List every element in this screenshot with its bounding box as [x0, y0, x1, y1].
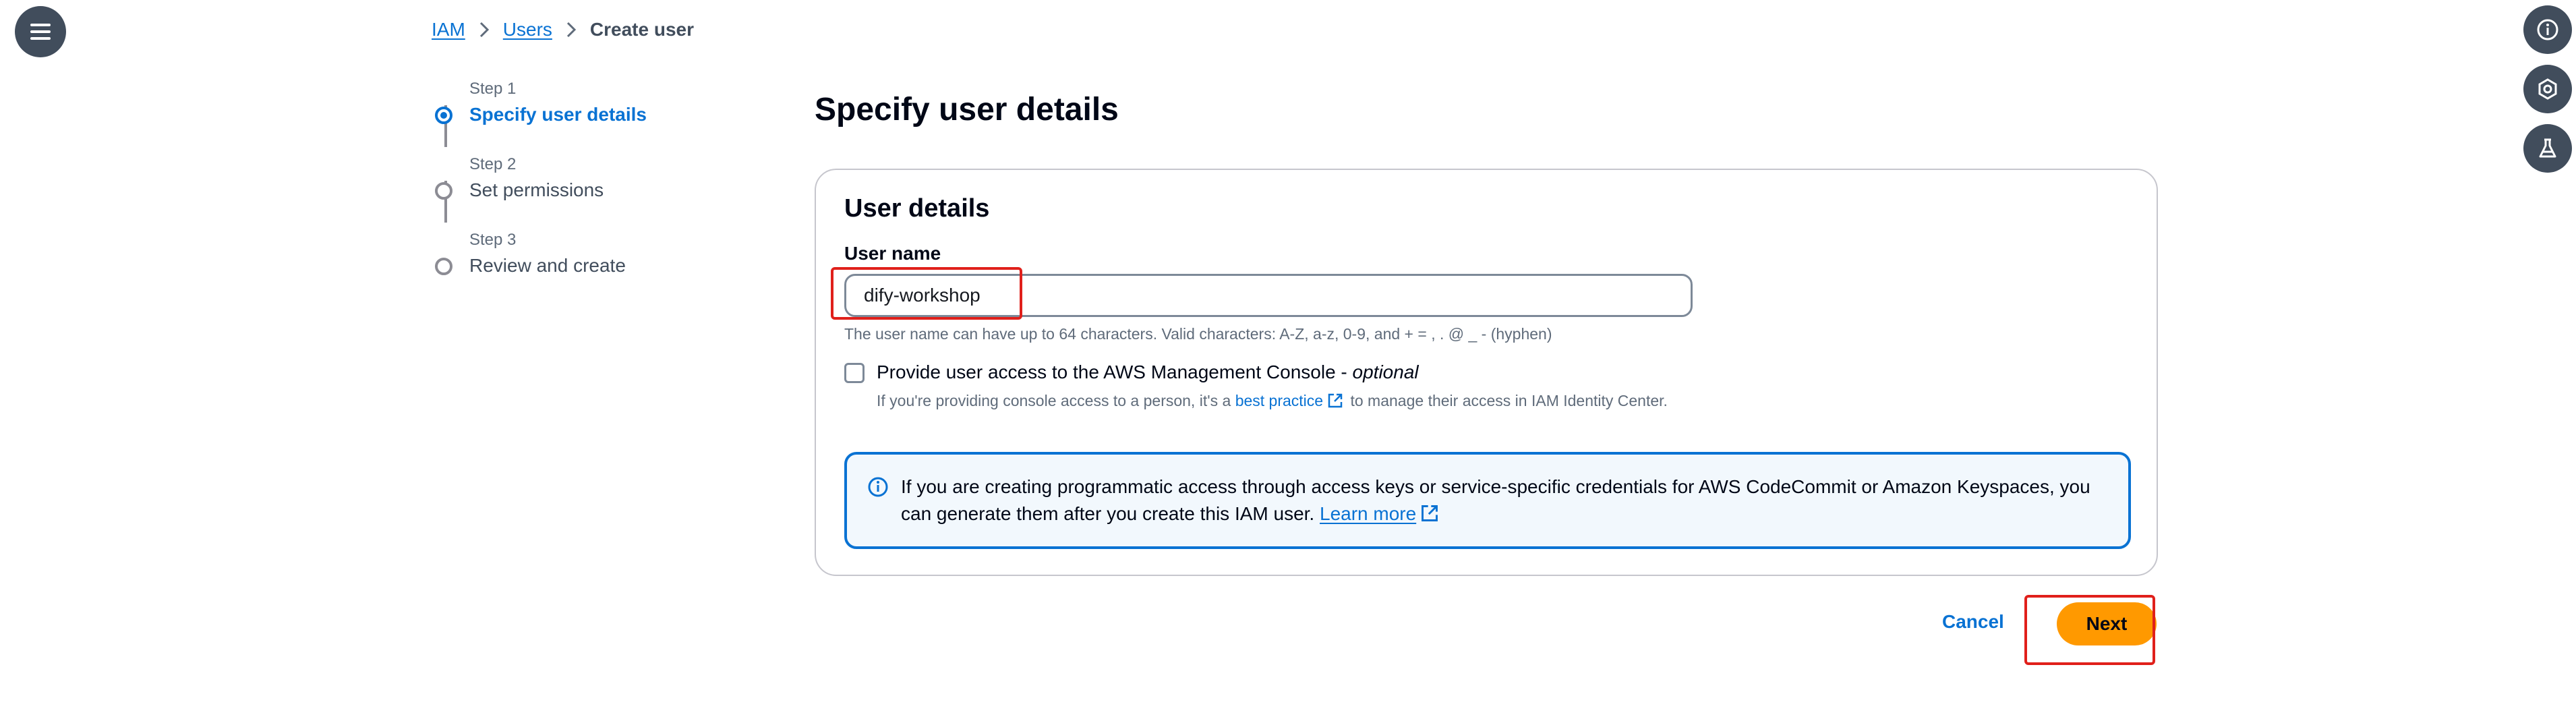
hamburger-menu-icon — [30, 24, 51, 40]
wizard-steps: Step 1 Specify user details Step 2 Set p… — [432, 74, 742, 297]
step-1-title[interactable]: Specify user details — [469, 104, 647, 125]
page-title: Specify user details — [815, 92, 1119, 127]
info-alert: If you are creating programmatic access … — [844, 452, 2131, 549]
breadcrumb-chevron-icon — [479, 21, 490, 38]
step-2-title: Set permissions — [469, 179, 604, 200]
breadcrumb-users-link[interactable]: Users — [503, 19, 552, 40]
step-3-number: Step 3 — [469, 231, 517, 249]
username-input[interactable] — [844, 274, 1693, 317]
console-access-checkbox[interactable] — [844, 363, 865, 383]
hexagon-icon — [2538, 78, 2557, 100]
step-1-number: Step 1 — [469, 80, 517, 98]
hamburger-menu-button[interactable] — [15, 6, 66, 57]
step-1-indicator-icon — [435, 107, 452, 124]
console-access-description: If you're providing console access to a … — [877, 390, 1686, 411]
next-button[interactable]: Next — [2057, 602, 2157, 645]
external-link-icon — [1328, 393, 1343, 408]
breadcrumb-current: Create user — [589, 19, 694, 40]
panel-title: User details — [844, 194, 990, 223]
step-3-indicator-icon — [435, 258, 452, 275]
info-alert-message: If you are creating programmatic access … — [901, 476, 2090, 524]
best-practice-link[interactable]: best practice — [1235, 392, 1323, 409]
user-details-panel: User details User name The user name can… — [815, 169, 2158, 576]
console-access-label[interactable]: Provide user access to the AWS Managemen… — [877, 362, 1419, 383]
breadcrumb-chevron-icon — [566, 21, 577, 38]
flask-tool-button[interactable] — [2523, 124, 2572, 173]
breadcrumb-iam-link[interactable]: IAM — [432, 19, 465, 40]
info-alert-text: If you are creating programmatic access … — [901, 473, 2108, 527]
cancel-button[interactable]: Cancel — [1942, 611, 2004, 633]
username-hint: The user name can have up to 64 characte… — [844, 325, 1552, 343]
console-access-desc-before: If you're providing console access to a … — [877, 392, 1235, 409]
learn-more-link[interactable]: Learn more — [1320, 503, 1416, 524]
hexagon-tool-button[interactable] — [2523, 65, 2572, 113]
breadcrumb: IAM Users Create user — [432, 16, 694, 43]
info-circle-icon — [868, 477, 888, 497]
step-2-number: Step 2 — [469, 155, 517, 173]
external-link-icon — [1422, 505, 1438, 521]
step-3-title: Review and create — [469, 255, 626, 276]
username-label: User name — [844, 243, 941, 264]
info-panel-button[interactable] — [2523, 5, 2572, 54]
console-access-optional: optional — [1352, 362, 1419, 382]
step-2-indicator-icon — [435, 182, 452, 200]
console-access-desc-after: to manage their access in IAM Identity C… — [1346, 392, 1668, 409]
info-icon — [2537, 19, 2558, 40]
flask-icon — [2539, 138, 2556, 158]
console-access-label-text: Provide user access to the AWS Managemen… — [877, 362, 1353, 382]
